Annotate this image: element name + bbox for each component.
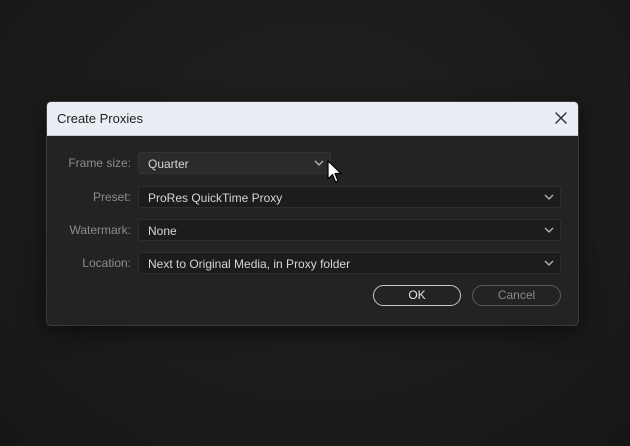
location-select[interactable]: Next to Original Media, in Proxy folder — [138, 252, 561, 274]
watermark-value: None — [148, 224, 177, 238]
location-value: Next to Original Media, in Proxy folder — [148, 257, 351, 271]
dialog-titlebar: Create Proxies — [47, 102, 578, 136]
cancel-button[interactable]: Cancel — [472, 285, 561, 306]
preset-label: Preset: — [92, 190, 131, 204]
preset-value: ProRes QuickTime Proxy — [148, 191, 283, 205]
ok-button[interactable]: OK — [373, 285, 461, 306]
frame-size-value: Quarter — [148, 157, 189, 171]
close-button[interactable] — [550, 107, 572, 129]
watermark-select[interactable]: None — [138, 219, 561, 241]
chevron-down-icon — [314, 159, 324, 167]
chevron-down-icon — [544, 193, 554, 201]
chevron-down-icon — [544, 259, 554, 267]
frame-size-label: Frame size: — [68, 156, 131, 170]
close-icon — [555, 112, 567, 124]
location-label: Location: — [82, 256, 131, 270]
chevron-down-icon — [544, 226, 554, 234]
mouse-pointer-icon — [327, 160, 343, 184]
watermark-label: Watermark: — [69, 223, 131, 237]
create-proxies-dialog: Create Proxies Frame size: Quarter Prese… — [46, 101, 579, 326]
preset-select[interactable]: ProRes QuickTime Proxy — [138, 186, 561, 208]
frame-size-select[interactable]: Quarter — [138, 152, 331, 174]
dialog-title: Create Proxies — [57, 111, 143, 126]
